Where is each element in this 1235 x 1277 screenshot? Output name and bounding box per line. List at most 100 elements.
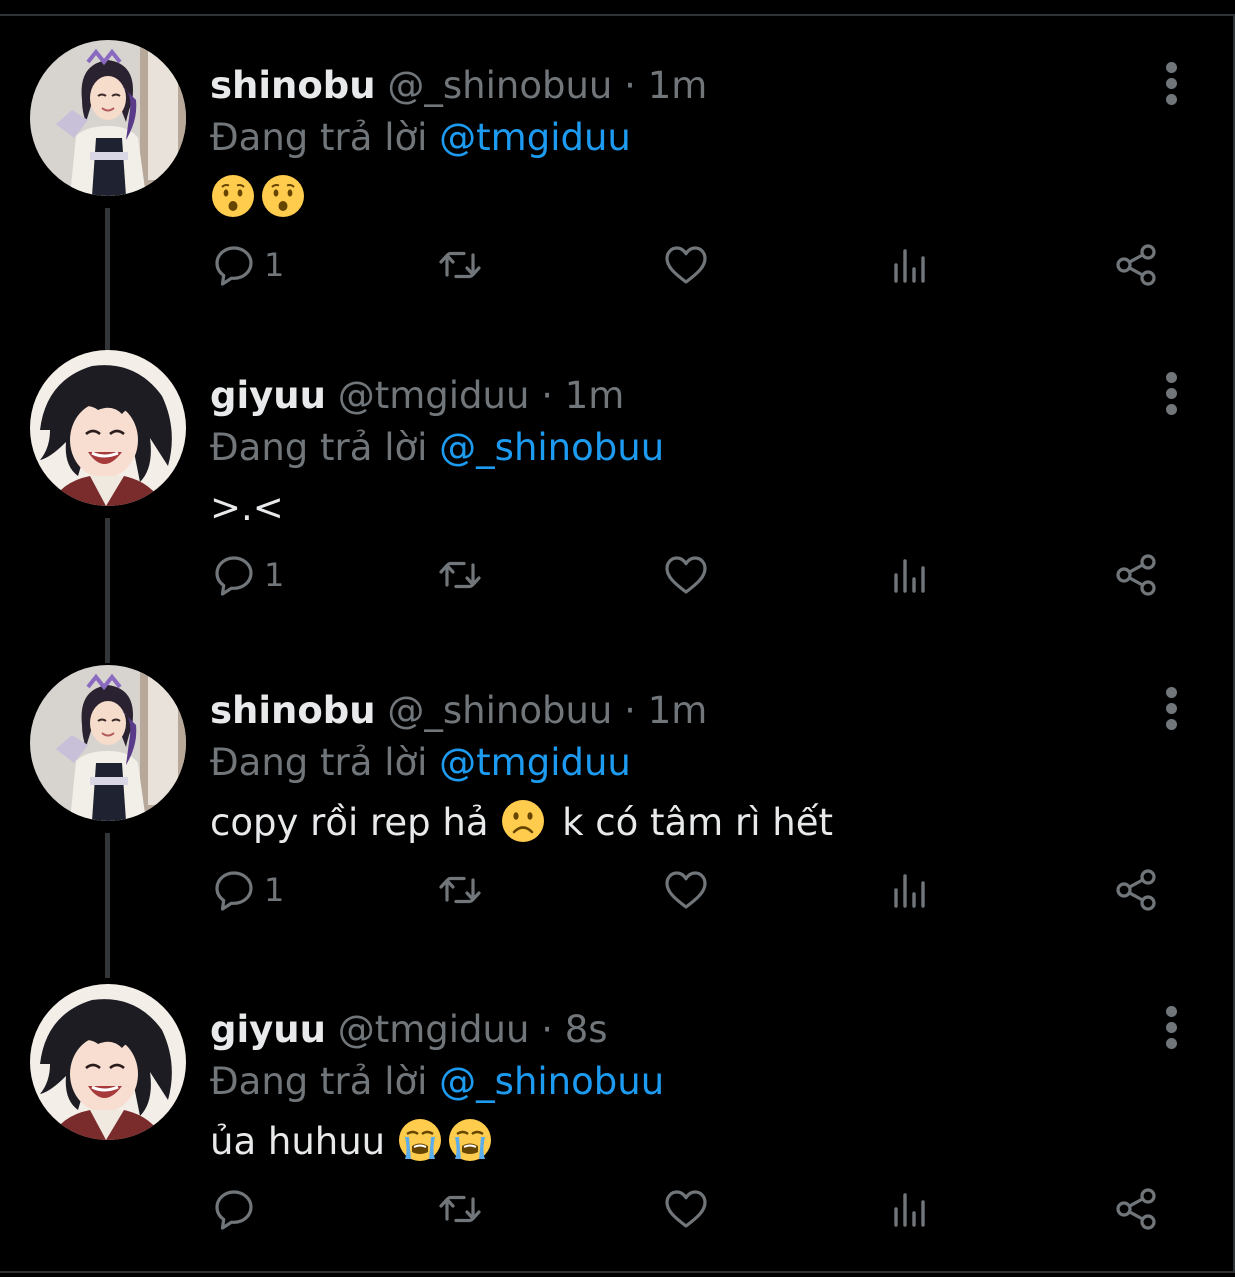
reply-mention-link[interactable]: @_shinobuu [439,1060,664,1103]
retweet-button[interactable] [436,1184,484,1234]
shinobu-avatar-image [30,665,186,821]
tweet-emoji-group [210,175,310,219]
reply-button[interactable]: 1 [210,550,284,600]
replying-to-label: Đang trả lời [210,741,428,784]
reply-icon [215,1190,253,1230]
share-button[interactable] [1112,865,1160,915]
analytics-button[interactable] [886,1184,934,1234]
analytics-button[interactable] [886,550,934,600]
slightly-frowning-face-emoji [502,800,545,842]
hushed-face-emoji [212,175,254,217]
reply-mention-link[interactable]: @tmgiduu [439,741,631,784]
separator: · [624,64,636,107]
reply-count: 1 [264,871,285,909]
more-vertical-icon[interactable] [1160,1004,1184,1052]
user-handle[interactable]: @tmgiduu [338,1008,530,1051]
tweet-3[interactable]: shinobu @_shinobuu · 1m Đang trả lời @tm… [0,643,1235,978]
like-button[interactable] [662,550,710,600]
shinobu-avatar[interactable] [30,40,186,196]
share-button[interactable] [1112,1184,1160,1234]
analytics-icon [894,249,925,283]
reply-icon [215,246,253,286]
like-button[interactable] [662,240,710,290]
replying-to-label: Đang trả lời [210,1060,428,1103]
display-name[interactable]: giyuu [210,1008,326,1051]
user-handle[interactable]: @tmgiduu [338,374,530,417]
user-handle[interactable]: @_shinobuu [387,689,612,732]
like-button[interactable] [662,865,710,915]
user-handle[interactable]: @_shinobuu [387,64,612,107]
giyuu-avatar-image [30,350,186,506]
reply-button[interactable]: 1 [210,865,284,915]
reply-icon [215,871,253,911]
timestamp[interactable]: 8s [565,1008,608,1051]
analytics-icon [894,1193,925,1227]
display-name[interactable]: shinobu [210,64,376,107]
reply-button[interactable] [210,1184,264,1234]
tweet-header: giyuu @tmgiduu · 8s [210,1004,608,1056]
replying-to: Đang trả lời @_shinobuu [210,422,664,474]
replying-to-label: Đang trả lời [210,116,428,159]
tweet-4[interactable]: giyuu @tmgiduu · 8s Đang trả lời @_shino… [0,962,1235,1277]
tweet-text-part: ủa huhuu [210,1120,397,1163]
more-vertical-icon[interactable] [1160,685,1184,733]
tweet-2[interactable]: giyuu @tmgiduu · 1m Đang trả lời @_shino… [0,328,1235,663]
analytics-icon [894,559,925,593]
loudly-crying-face-emoji [448,1119,491,1161]
reply-count: 1 [264,246,285,284]
analytics-button[interactable] [886,240,934,290]
tweet-1[interactable]: shinobu @_shinobuu · 1m Đang trả lời @tm… [0,18,1235,353]
retweet-icon [439,251,481,279]
retweet-button[interactable] [436,550,484,600]
tweet-emoji-group [397,1119,497,1163]
reply-button[interactable]: 1 [210,240,284,290]
heart-icon [665,871,707,909]
giyuu-avatar[interactable] [30,350,186,506]
retweet-button[interactable] [436,240,484,290]
tweet-actions: 1 [210,240,1170,290]
more-vertical-icon[interactable] [1160,370,1184,418]
tweet-text: >.< [210,478,284,538]
share-icon [1116,244,1156,286]
replying-to: Đang trả lời @_shinobuu [210,1056,664,1108]
display-name[interactable]: shinobu [210,689,376,732]
shinobu-avatar[interactable] [30,665,186,821]
display-name[interactable]: giyuu [210,374,326,417]
timestamp[interactable]: 1m [648,689,708,732]
share-icon [1116,554,1156,596]
timestamp[interactable]: 1m [565,374,625,417]
more-vertical-icon[interactable] [1160,60,1184,108]
tweet-text-part: copy rồi rep hả [210,801,501,844]
separator: · [541,374,553,417]
reply-mention-link[interactable]: @tmgiduu [439,116,631,159]
thread-connector-line [105,518,110,663]
tweet-actions [210,1184,1170,1234]
share-icon [1116,869,1156,911]
retweet-icon [439,561,481,589]
replying-to-label: Đang trả lời [210,426,428,469]
tweet-actions: 1 [210,865,1170,915]
heart-icon [665,1190,707,1228]
heart-icon [665,246,707,284]
reply-count: 1 [264,556,285,594]
hushed-face-emoji [262,175,304,217]
share-icon [1116,1188,1156,1230]
timestamp[interactable]: 1m [648,64,708,107]
analytics-icon [894,874,925,908]
tweet-header: shinobu @_shinobuu · 1m [210,60,707,112]
analytics-button[interactable] [886,865,934,915]
separator: · [541,1008,553,1051]
tweet-text-part: >.< [210,486,284,529]
share-button[interactable] [1112,550,1160,600]
reply-mention-link[interactable]: @_shinobuu [439,426,664,469]
tweet-text: ủa huhuu [210,1112,497,1172]
like-button[interactable] [662,1184,710,1234]
retweet-button[interactable] [436,865,484,915]
loudly-crying-face-emoji [398,1119,441,1161]
share-button[interactable] [1112,240,1160,290]
giyuu-avatar-image [30,984,186,1140]
tweet-text: copy rồi rep hả k có tâm rì hết [210,793,833,853]
tweet-emoji-group [500,800,550,844]
thread-connector-line [105,833,110,978]
giyuu-avatar[interactable] [30,984,186,1140]
